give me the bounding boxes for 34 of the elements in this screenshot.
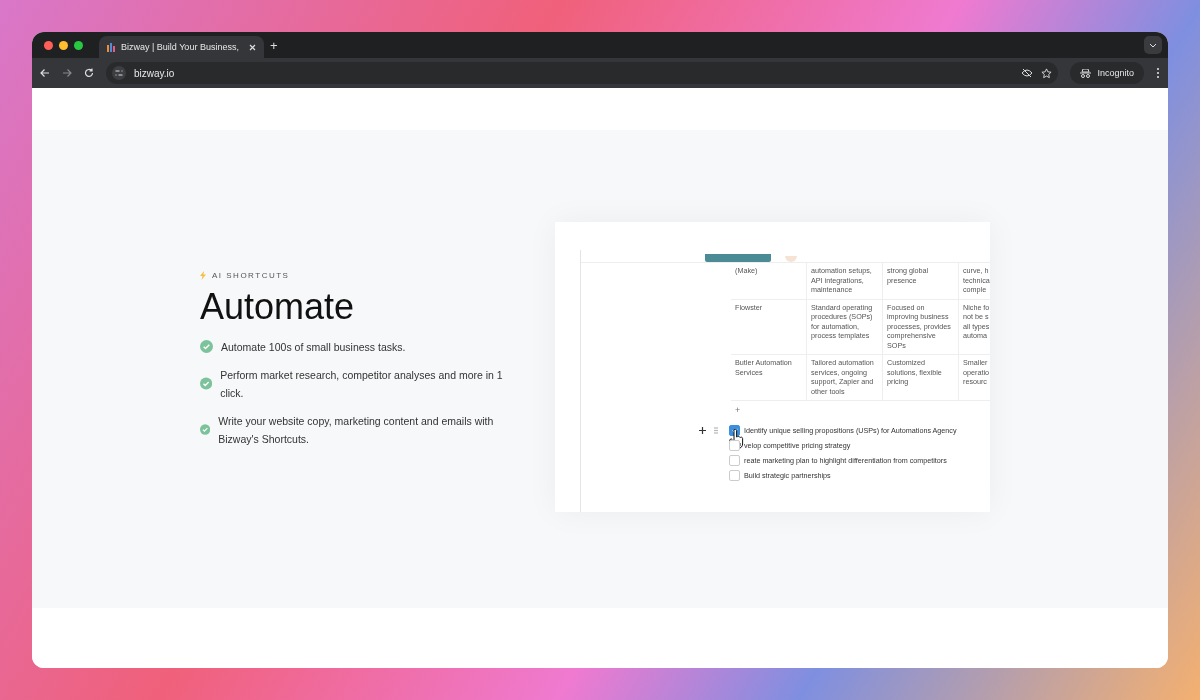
- logo-icon: [107, 42, 115, 52]
- checkmark-icon: [731, 428, 738, 433]
- feature-text: Perform market research, competitor analyses and more in 1 click.: [220, 367, 504, 401]
- section-heading: Automate: [200, 285, 356, 328]
- check-circle-icon: [200, 377, 213, 390]
- checkbox[interactable]: [729, 440, 740, 451]
- eye-off-icon[interactable]: [1021, 68, 1034, 78]
- minimize-window-button[interactable]: [59, 40, 68, 50]
- lightning-icon: [200, 270, 206, 280]
- feature-text: Write your website copy, marketing content and emails with Bizway's Shortcuts.: [218, 413, 495, 447]
- star-icon[interactable]: [1041, 67, 1053, 79]
- reload-icon[interactable]: [84, 68, 94, 78]
- close-window-button[interactable]: [44, 40, 53, 50]
- add-row-button[interactable]: +: [735, 405, 990, 415]
- section-eyebrow: AI SHORTCUTS: [212, 270, 290, 280]
- feature-text: Automate 100s of small business tasks.: [221, 339, 406, 355]
- forward-icon[interactable]: [62, 68, 72, 78]
- plus-icon[interactable]: [699, 427, 706, 434]
- checkbox[interactable]: [729, 470, 740, 481]
- drag-handle-icon[interactable]: [714, 427, 718, 434]
- chevron-down-icon: [1149, 42, 1157, 48]
- menu-icon[interactable]: [1156, 67, 1160, 79]
- incognito-button[interactable]: Incognito: [1070, 62, 1144, 84]
- checkbox[interactable]: [729, 455, 740, 466]
- check-circle-icon: [200, 340, 213, 353]
- new-tab-button[interactable]: +: [270, 37, 278, 53]
- incognito-icon: [1080, 68, 1092, 78]
- back-icon[interactable]: [40, 68, 50, 78]
- check-circle-icon: [200, 423, 211, 436]
- maximize-window-button[interactable]: [74, 40, 83, 50]
- site-settings-icon[interactable]: [112, 66, 126, 80]
- close-icon[interactable]: [249, 43, 256, 51]
- browser-tab[interactable]: Bizway | Build Your Business,: [99, 36, 264, 58]
- address-bar[interactable]: bizway.io: [106, 62, 1059, 84]
